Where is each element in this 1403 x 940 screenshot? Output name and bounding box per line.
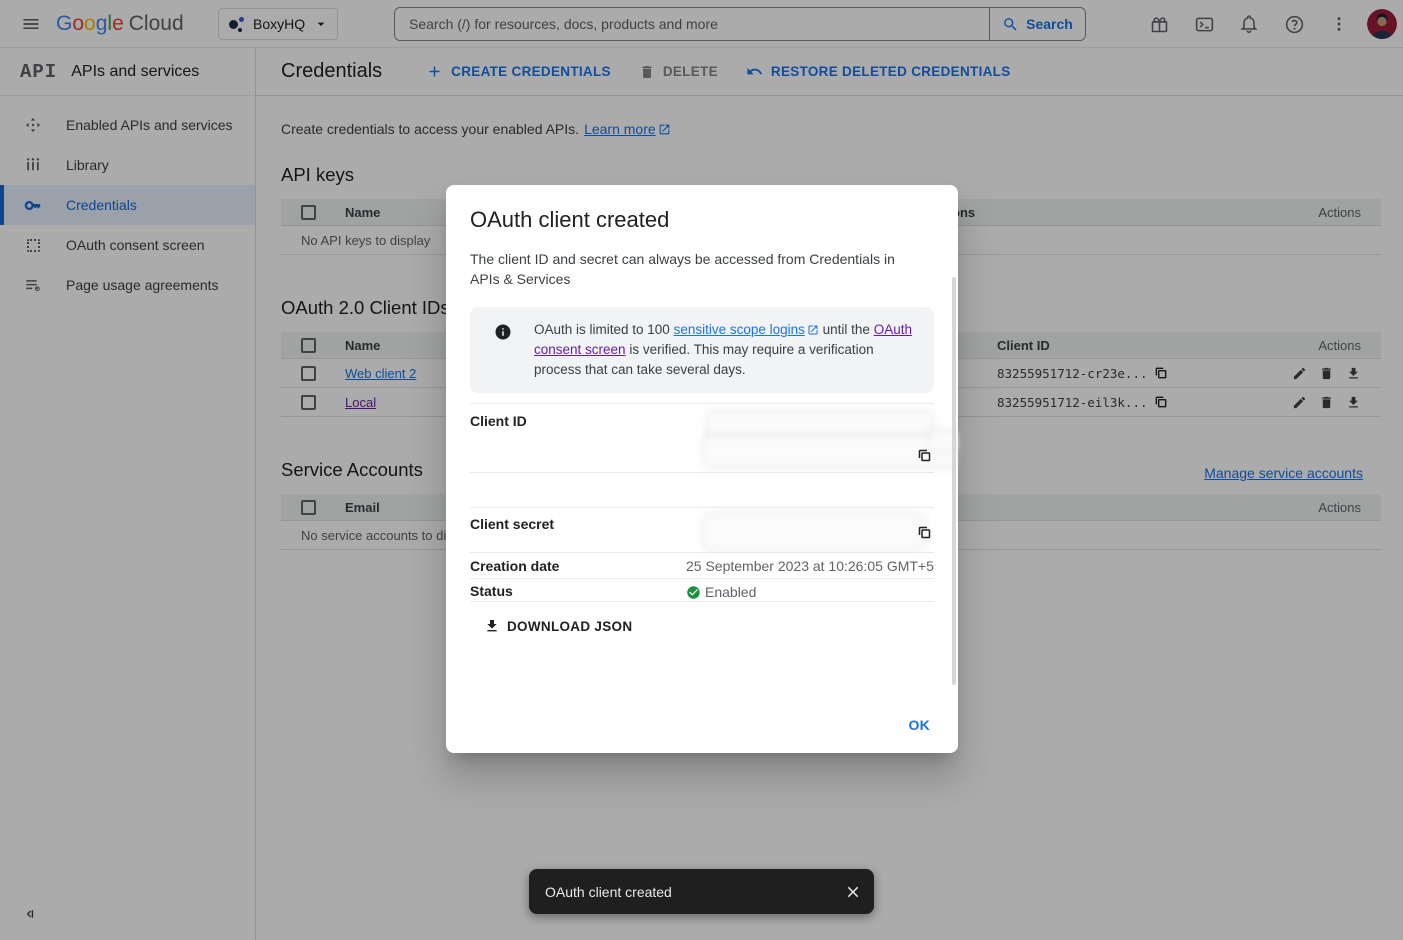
sensitive-scope-logins-link[interactable]: sensitive scope logins (674, 322, 805, 337)
copy-client-id-icon[interactable] (917, 448, 932, 468)
external-link-icon (807, 324, 819, 336)
status-value: Enabled (705, 584, 756, 600)
client-id-row: Client ID (470, 403, 934, 472)
copy-client-secret-icon[interactable] (917, 525, 932, 545)
row-spacer (470, 472, 934, 507)
client-secret-label: Client secret (470, 516, 686, 552)
notice-text: OAuth is limited to 100 sensitive scope … (534, 320, 918, 380)
creation-date-value: 25 September 2023 at 10:26:05 GMT+5 (686, 558, 934, 578)
creation-date-label: Creation date (470, 558, 686, 578)
download-json-button[interactable]: DOWNLOAD JSON (470, 618, 934, 634)
client-secret-row: Client secret (470, 507, 934, 552)
client-secret-value-redacted (705, 516, 924, 548)
dialog-title: OAuth client created (470, 207, 934, 233)
oauth-client-created-dialog: OAuth client created The client ID and s… (446, 185, 958, 753)
client-id-label: Client ID (470, 413, 686, 472)
creation-date-row: Creation date 25 September 2023 at 10:26… (470, 552, 934, 578)
oauth-limit-notice: OAuth is limited to 100 sensitive scope … (470, 307, 934, 393)
status-label: Status (470, 583, 686, 601)
download-icon (484, 618, 500, 634)
info-icon (494, 323, 512, 346)
dialog-body-text: The client ID and secret can always be a… (470, 249, 915, 289)
dialog-fields: Client ID Client secret Creation date 25… (470, 403, 934, 602)
client-id-value-redacted (709, 413, 931, 440)
dialog-scrollbar[interactable] (952, 277, 956, 685)
close-icon[interactable] (844, 883, 862, 901)
status-row: Status Enabled (470, 578, 934, 602)
check-circle-icon (686, 585, 701, 600)
toast-message: OAuth client created (545, 884, 844, 900)
ok-button[interactable]: OK (909, 717, 931, 733)
toast-snackbar: OAuth client created (529, 869, 874, 914)
google-cloud-console: Google Cloud BoxyHQ Search (0, 0, 1403, 940)
